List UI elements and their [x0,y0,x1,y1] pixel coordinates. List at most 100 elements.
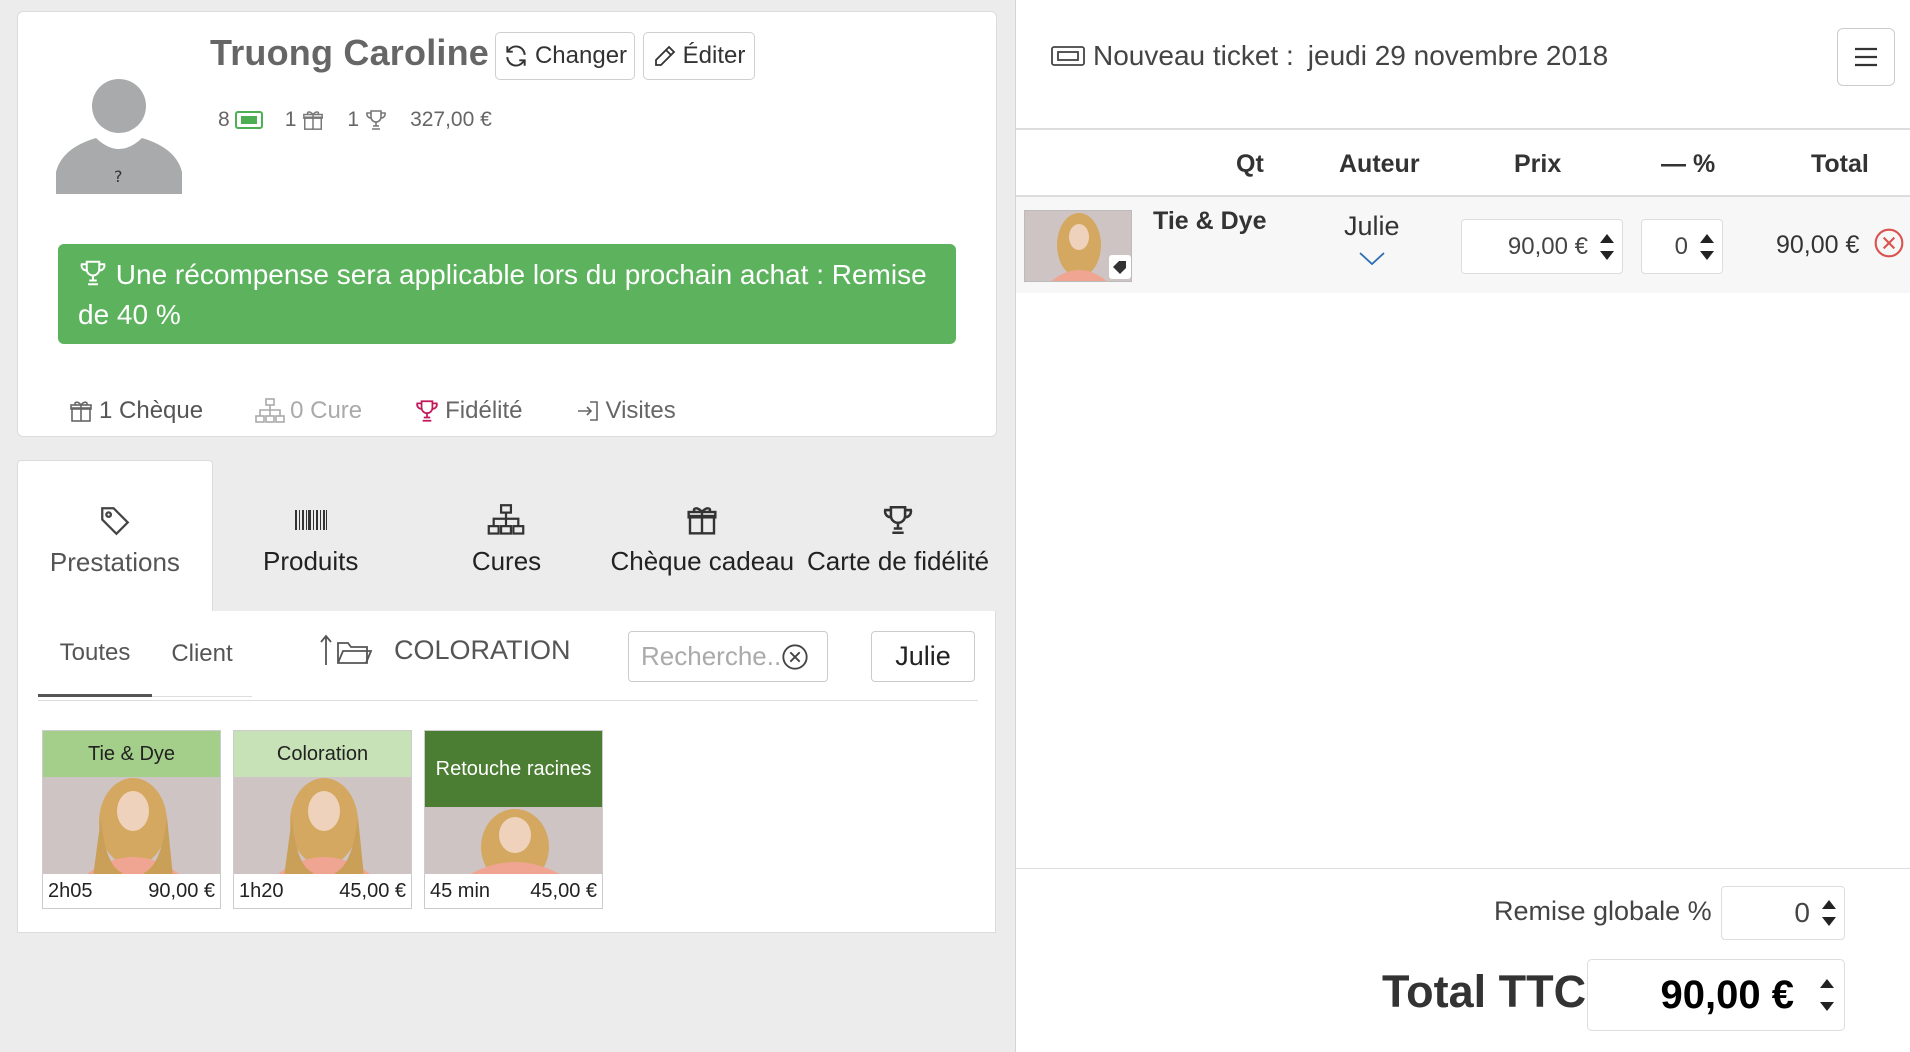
total-value: 90,00 € [1660,972,1794,1017]
caret-up-icon[interactable] [1700,233,1714,243]
col-header-price: Prix [1514,150,1562,178]
service-name: Retouche racines [425,731,602,807]
clear-search-icon[interactable] [781,643,809,671]
search-input[interactable] [641,641,781,672]
search-field[interactable] [628,631,828,682]
subtab-toutes[interactable]: Toutes [38,611,152,697]
staff-filter-button[interactable]: Julie [871,631,975,682]
discount-stepper[interactable] [1700,233,1714,260]
tab-prestations-label: Prestations [49,547,180,577]
price-stepper[interactable] [1600,233,1614,260]
line-total: 90,00 € [1776,231,1860,259]
service-grid: Tie & Dye 2h05 90,00 € Coloration 1h20 4… [42,730,603,909]
catalog-subtabs: Toutes Client [38,611,252,697]
refresh-icon [506,45,526,67]
catalog-panel: Toutes Client COLORATION Julie Tie & Dye… [17,611,996,933]
col-header-total: Total [1811,150,1869,178]
caret-up-icon[interactable] [1822,900,1836,909]
sign-in-icon [577,401,598,421]
service-card-retouche-racines[interactable]: Retouche racines 45 min 45,00 € [424,730,603,909]
col-header-qt: Qt [1236,150,1264,178]
pencil-icon [654,45,675,66]
loyalty-count: 1 [347,108,388,132]
global-discount-stepper[interactable] [1822,900,1836,926]
service-duration: 1h20 [239,879,284,902]
caret-up-icon[interactable] [1820,979,1834,988]
service-photo [425,807,602,882]
caret-up-icon[interactable] [1600,233,1614,243]
tab-cure-label: 0 Cure [290,397,363,424]
tab-fidelite-label: Fidélité [445,397,523,424]
ticket-date: jeudi 29 novembre 2018 [1307,40,1609,71]
service-price: 90,00 € [148,879,215,902]
line-price-input[interactable]: 90,00 € [1461,219,1623,274]
change-client-button[interactable]: Changer [495,32,635,80]
line-author-select[interactable]: Julie [1344,211,1400,266]
line-discount-input[interactable]: 0 [1641,219,1723,274]
caret-down-icon[interactable] [1820,1002,1834,1011]
subtab-client[interactable]: Client [152,611,252,697]
reward-banner: Une récompense sera applicable lors du p… [58,244,956,344]
ticket-count-value: 8 [218,108,230,131]
gift-icon [303,111,324,130]
service-duration: 45 min [430,879,491,902]
barcode-icon [294,510,327,530]
divider [1016,868,1910,869]
tab-visites[interactable]: Visites [575,397,676,425]
service-footer: 2h05 90,00 € [43,874,220,908]
tab-produits[interactable]: Produits [213,460,409,611]
left-panel: ? Truong Caroline Changer Éditer 8 1 1 3… [0,0,1015,1052]
tab-cheque[interactable]: 1 Chèque [68,397,203,425]
caret-down-icon[interactable] [1700,250,1714,260]
col-header-author: Auteur [1339,150,1420,178]
loyalty-count-value: 1 [347,108,360,131]
caret-down-icon[interactable] [1822,917,1836,926]
tag-icon [101,507,130,536]
client-tabs: 1 Chèque 0 Cure Fidélité Visites [68,397,728,425]
chevron-down-icon [1359,252,1385,266]
menu-button[interactable] [1837,28,1895,86]
service-duration: 2h05 [48,879,93,902]
tab-cheque-cadeau-label: Chèque cadeau [610,546,795,576]
edit-client-label: Éditer [682,42,746,69]
delete-line-icon[interactable] [1873,227,1905,259]
tab-cures[interactable]: Cures [409,460,605,611]
sitemap-icon [488,504,525,535]
service-name: Tie & Dye [43,731,220,777]
client-card: ? Truong Caroline Changer Éditer 8 1 1 3… [17,11,997,437]
tab-cheque-label: 1 Chèque [99,397,204,424]
service-price: 45,00 € [339,879,406,902]
client-total-amount: 327,00 € [410,108,492,131]
tab-fidelite[interactable]: Fidélité [414,397,523,425]
gift-icon [687,507,717,535]
gift-count-value: 1 [284,108,297,131]
service-price: 45,00 € [530,879,597,902]
tab-prestations[interactable]: Prestations [17,460,213,611]
service-card-coloration[interactable]: Coloration 1h20 45,00 € [233,730,412,909]
line-price-value: 90,00 € [1507,232,1588,260]
total-stepper[interactable] [1820,979,1834,1011]
tab-carte-fidelite[interactable]: Carte de fidélité [800,460,996,611]
ticket-panel: Nouveau ticket : jeudi 29 novembre 2018 … [1015,0,1910,1052]
tab-cheque-cadeau[interactable]: Chèque cadeau [604,460,800,611]
folder-name: COLORATION [394,634,571,665]
service-card-tie-dye[interactable]: Tie & Dye 2h05 90,00 € [42,730,221,909]
edit-client-button[interactable]: Éditer [643,32,755,80]
trophy-icon [366,110,386,130]
total-input[interactable]: 90,00 € [1587,959,1845,1031]
tab-cure[interactable]: 0 Cure [255,397,362,425]
global-discount-input[interactable]: 0 [1721,886,1845,940]
tab-carte-fidelite-label: Carte de fidélité [807,546,990,576]
service-footer: 1h20 45,00 € [234,874,411,908]
avatar-placeholder-icon: ? [56,79,182,194]
change-client-label: Changer [534,42,628,69]
service-photo [43,777,220,882]
category-tabs: Prestations Produits Cures Chèque cadeau… [17,460,996,611]
product-thumbnail [1024,210,1132,282]
folder-up-button[interactable]: COLORATION [318,633,571,667]
caret-down-icon[interactable] [1600,250,1614,260]
gift-icon [70,401,92,422]
trophy-icon [416,400,438,422]
global-discount-label: Remise globale % [1494,896,1712,926]
ticket-count: 8 [218,108,263,132]
